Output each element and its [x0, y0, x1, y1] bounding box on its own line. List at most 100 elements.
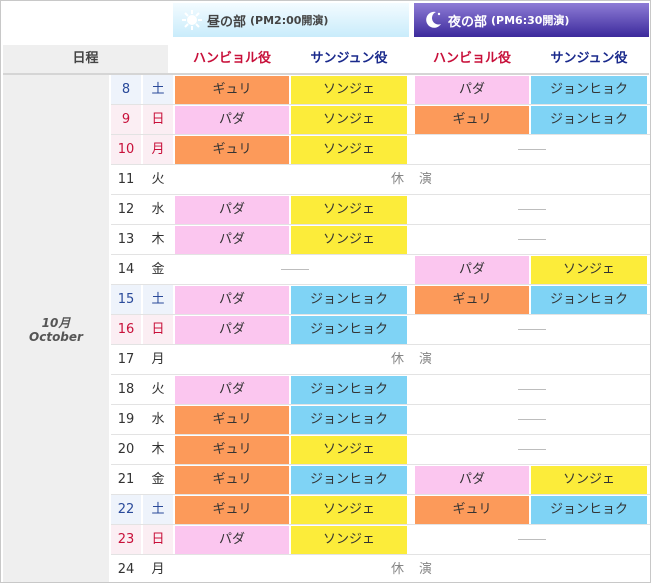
day-cast-cell: ソンジェ [291, 436, 407, 464]
night-no-performance [518, 329, 546, 330]
date-weekday: 日 [143, 105, 173, 135]
date-number: 9 [111, 105, 141, 135]
table-row: 12 水パダ ソンジェ [111, 195, 650, 225]
date-weekday: 土 [143, 75, 173, 105]
day-cast-cell: パダ [175, 196, 289, 224]
date-weekday: 日 [143, 525, 173, 555]
night-cast-cell: パダ [415, 466, 529, 494]
table-row: 18 火パダ ジョンヒョク [111, 375, 650, 405]
date-weekday: 木 [143, 435, 173, 465]
night-cast-cell: ジョンヒョク [531, 496, 647, 524]
night-role-han: ハンビョル役 [432, 51, 511, 66]
day-cast-cell: ギュリ [175, 136, 289, 164]
table-row: 16 日パダ ジョンヒョク [111, 315, 650, 345]
date-number: 24 [111, 555, 141, 582]
night-no-performance [518, 449, 546, 450]
day-role-han: ハンビョル役 [192, 51, 271, 66]
night-cast-cell: ギュリ [415, 106, 529, 134]
night-no-performance [518, 209, 546, 210]
date-weekday: 日 [143, 315, 173, 345]
table-row: 17 月 休演 [111, 345, 650, 375]
day-cast-cell: ソンジェ [291, 76, 407, 104]
day-time: (PM2:00開演) [250, 14, 329, 27]
table-row: 8 土ギュリ ソンジェ パダ ジョンヒョク [111, 75, 650, 105]
table-row: 19 水ギュリ ジョンヒョク [111, 405, 650, 435]
day-cast-cell: ソンジェ [291, 136, 407, 164]
day-cast-cell: ソンジェ [291, 496, 407, 524]
night-cast-cell: ギュリ [415, 496, 529, 524]
date-number: 11 [111, 165, 141, 195]
day-cast-cell: ソンジェ [291, 526, 407, 554]
day-no-performance [281, 269, 309, 270]
night-no-performance [518, 419, 546, 420]
date-number: 23 [111, 525, 141, 555]
day-title: 昼の部 [207, 14, 247, 30]
night-performance-header: 夜の部 (PM6:30開演) [414, 3, 649, 37]
night-cast-cell: ギュリ [415, 286, 529, 314]
table-row: 10 月ギュリ ソンジェ [111, 135, 650, 165]
night-no-performance [518, 389, 546, 390]
rest-text-b: 演 [419, 172, 433, 187]
table-row: 14 金 パダ ソンジェ [111, 255, 650, 285]
date-number: 14 [111, 255, 141, 285]
date-weekday: 金 [143, 255, 173, 285]
table-row: 24 月 休演 [111, 555, 650, 582]
day-cast-cell: ソンジェ [291, 226, 407, 254]
date-number: 17 [111, 345, 141, 375]
table-row: 21 金ギュリ ジョンヒョク パダ ソンジェ [111, 465, 650, 495]
table-row: 13 木パダ ソンジェ [111, 225, 650, 255]
rest-text-b: 演 [419, 562, 433, 577]
table-row: 20 木ギュリ ソンジェ [111, 435, 650, 465]
date-number: 21 [111, 465, 141, 495]
day-performance-header: 昼の部 (PM2:00開演) [173, 3, 409, 37]
date-weekday: 水 [143, 195, 173, 225]
day-cast-cell: パダ [175, 526, 289, 554]
table-row: 23 日パダ ソンジェ [111, 525, 650, 555]
date-number: 10 [111, 135, 141, 165]
table-row: 11 火 休演 [111, 165, 650, 195]
date-weekday: 土 [143, 495, 173, 525]
night-cast-cell: ジョンヒョク [531, 286, 647, 314]
night-time: (PM6:30開演) [491, 14, 570, 27]
sun-icon [177, 9, 207, 31]
day-cast-cell: パダ [175, 106, 289, 134]
rest-text-a: 休 [391, 562, 405, 577]
day-cast-cell: ギュリ [175, 76, 289, 104]
date-number: 13 [111, 225, 141, 255]
date-weekday: 月 [143, 345, 173, 375]
day-cast-cell: ソンジェ [291, 196, 407, 224]
night-cast-cell: ジョンヒョク [531, 76, 647, 104]
date-number: 20 [111, 435, 141, 465]
date-weekday: 木 [143, 225, 173, 255]
day-cast-cell: ソンジェ [291, 106, 407, 134]
date-number: 16 [111, 315, 141, 345]
night-cast-cell: ジョンヒョク [531, 106, 647, 134]
rest-text-b: 演 [419, 352, 433, 367]
night-cast-cell: ソンジェ [531, 256, 647, 284]
night-cast-cell: ソンジェ [531, 466, 647, 494]
day-cast-cell: ジョンヒョク [291, 316, 407, 344]
day-cast-cell: ギュリ [175, 466, 289, 494]
night-role-san: サンジュン役 [550, 51, 628, 66]
date-weekday: 金 [143, 465, 173, 495]
table-row: 15 土パダ ジョンヒョク ギュリ ジョンヒョク [111, 285, 650, 315]
date-number: 12 [111, 195, 141, 225]
moon-icon [418, 9, 448, 31]
table-row: 9 日パダ ソンジェ ギュリ ジョンヒョク [111, 105, 650, 135]
night-cast-cell: パダ [415, 76, 529, 104]
rest-text-a: 休 [391, 172, 405, 187]
day-cast-cell: ジョンヒョク [291, 286, 407, 314]
date-weekday: 月 [143, 555, 173, 582]
day-cast-cell: ジョンヒョク [291, 406, 407, 434]
night-no-performance [518, 239, 546, 240]
day-cast-cell: パダ [175, 376, 289, 404]
day-cast-cell: ギュリ [175, 436, 289, 464]
date-weekday: 水 [143, 405, 173, 435]
month-en: October [29, 329, 83, 344]
date-weekday: 土 [143, 285, 173, 315]
date-number: 8 [111, 75, 141, 105]
day-cast-cell: ギュリ [175, 496, 289, 524]
day-cast-cell: ジョンヒョク [291, 376, 407, 404]
day-cast-cell: パダ [175, 316, 289, 344]
date-weekday: 月 [143, 135, 173, 165]
